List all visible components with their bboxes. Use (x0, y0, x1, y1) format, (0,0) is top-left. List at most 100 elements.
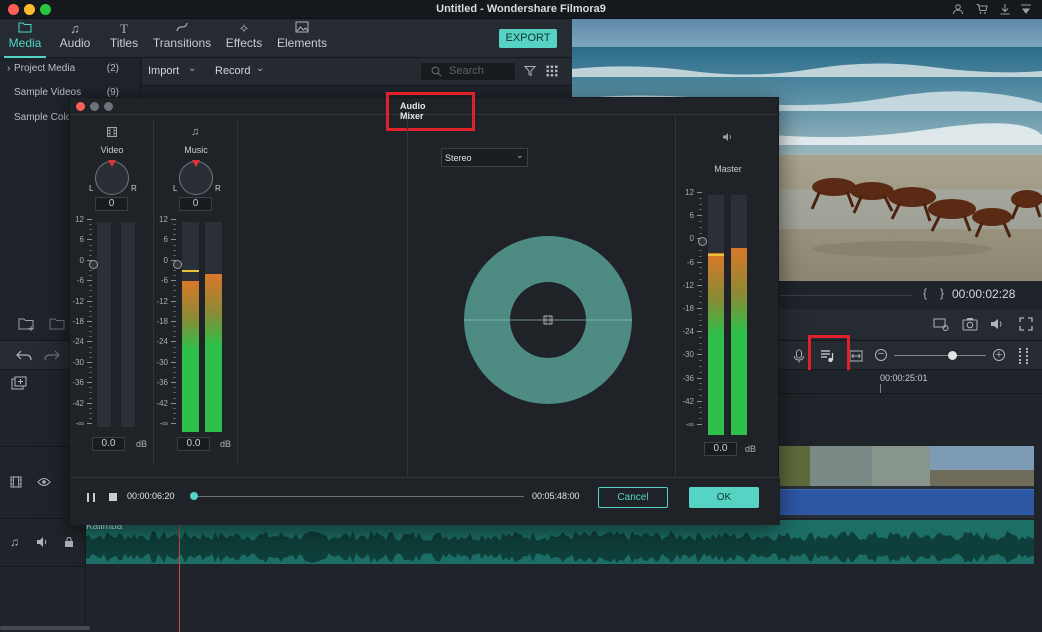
playback-progress-track[interactable] (194, 496, 524, 497)
db-scale-tick (87, 361, 92, 363)
volume-fader-handle[interactable] (89, 260, 98, 269)
sidebar-item-project-media[interactable]: › Project Media (2) (0, 58, 141, 80)
lock-icon[interactable] (64, 536, 74, 551)
camera-icon[interactable] (962, 317, 978, 334)
grid-view-icon[interactable] (546, 65, 558, 77)
db-scale-minor-tick (173, 244, 176, 246)
download-icon[interactable] (999, 3, 1011, 15)
tab-audio[interactable]: ♫ Audio (56, 19, 94, 58)
user-icon[interactable] (952, 3, 964, 15)
cart-icon[interactable] (976, 3, 988, 15)
preview-progress-bar[interactable] (780, 295, 912, 296)
db-unit-label: dB (136, 439, 148, 449)
video-clip-audio-bar[interactable] (778, 489, 1034, 515)
dropdown-icon[interactable] (1020, 3, 1032, 15)
sidebar-item-label: Project Media (14, 63, 76, 74)
chevron-down-icon[interactable]: ⌄ (188, 63, 196, 74)
delete-folder-icon[interactable] (49, 316, 67, 332)
stop-icon[interactable] (109, 493, 117, 501)
undo-icon[interactable] (16, 349, 32, 364)
thumbnail (872, 446, 930, 486)
volume-icon[interactable] (990, 317, 1006, 334)
db-scale-tick (87, 300, 92, 302)
volume-db-field[interactable]: 0.0 (92, 437, 125, 451)
search-input[interactable]: Search (421, 63, 515, 80)
tab-transitions[interactable]: Transitions (150, 19, 214, 58)
fullscreen-icon[interactable] (1019, 317, 1033, 334)
tab-titles[interactable]: T Titles (106, 19, 142, 58)
master-db-field[interactable]: 0.0 (704, 442, 737, 456)
video-clip-thumbnails[interactable] (778, 446, 1034, 486)
zoom-slider[interactable] (894, 355, 986, 356)
fit-timeline-icon[interactable] (849, 350, 863, 365)
tab-media[interactable]: Media (4, 19, 46, 58)
db-scale-minor-tick (699, 313, 702, 315)
microphone-icon[interactable] (793, 349, 805, 366)
db-scale-tick (87, 239, 92, 241)
db-scale-minor-tick (89, 285, 92, 287)
eye-icon[interactable] (37, 477, 51, 490)
filter-icon[interactable] (523, 65, 537, 77)
new-folder-icon[interactable] (18, 316, 36, 332)
title-bar: Untitled - Wondershare Filmora9 (0, 0, 1042, 19)
zoom-slider-handle[interactable] (948, 351, 957, 360)
db-scale-label: -∞ (685, 420, 694, 429)
track-volume-icon[interactable] (36, 536, 50, 551)
db-scale-label: 6 (79, 235, 84, 245)
db-scale-minor-tick (699, 302, 702, 304)
db-scale-minor-tick (699, 203, 702, 205)
pan-value-field[interactable]: 0 (95, 197, 128, 211)
db-scale-minor-tick (699, 232, 702, 234)
master-fader-handle[interactable] (698, 237, 707, 246)
db-scale-tick (697, 261, 702, 263)
db-scale-label: 12 (75, 215, 84, 224)
export-button[interactable]: EXPORT (499, 29, 557, 48)
record-dropdown[interactable]: Record (215, 65, 250, 77)
ok-button[interactable]: OK (689, 487, 759, 508)
horizontal-scrollbar[interactable] (0, 626, 90, 630)
chevron-down-icon[interactable]: ⌄ (256, 63, 264, 74)
level-meter-left (97, 222, 111, 427)
pan-knob-indicator (192, 160, 200, 167)
output-mode-select[interactable]: Stereo ⌄ (441, 148, 528, 167)
db-scale-minor-tick (173, 377, 176, 379)
db-scale-minor-tick (699, 360, 702, 362)
dialog-close-button[interactable] (76, 102, 85, 111)
dialog-maximize-button[interactable] (104, 102, 113, 111)
mark-out-button[interactable]: } (940, 286, 944, 300)
cancel-button[interactable]: Cancel (598, 487, 668, 508)
surround-panner[interactable] (463, 235, 633, 405)
tab-effects[interactable]: ✧ Effects (222, 19, 266, 58)
playback-progress-handle[interactable] (190, 492, 198, 500)
db-scale-label: 6 (163, 235, 168, 245)
db-scale-minor-tick (89, 326, 92, 328)
db-scale-minor-tick (173, 392, 176, 394)
db-scale-minor-tick (89, 346, 92, 348)
db-scale-minor-tick (89, 254, 92, 256)
snapshot-settings-icon[interactable] (933, 317, 949, 334)
channel-name: Video (100, 145, 124, 155)
db-scale-tick (171, 361, 176, 363)
volume-db-field[interactable]: 0.0 (177, 437, 210, 451)
timeline-menu-icon[interactable] (1019, 348, 1028, 364)
db-scale-minor-tick (173, 254, 176, 256)
import-dropdown[interactable]: Import (148, 65, 179, 77)
pan-value-field[interactable]: 0 (179, 197, 212, 211)
playhead[interactable] (179, 520, 180, 632)
redo-icon[interactable] (44, 349, 60, 364)
mark-in-button[interactable]: { (923, 286, 927, 300)
dialog-minimize-button[interactable] (90, 102, 99, 111)
zoom-out-button[interactable]: − (875, 349, 887, 361)
audio-clip-kalimba[interactable]: Kalimba (86, 520, 1034, 564)
db-scale-label: -42 (156, 398, 168, 408)
tab-elements[interactable]: Elements (274, 19, 330, 58)
volume-fader-handle[interactable] (173, 260, 182, 269)
db-scale-minor-tick (173, 295, 176, 297)
window-title: Untitled - Wondershare Filmora9 (436, 3, 606, 15)
db-scale-tick (171, 402, 176, 404)
add-track-icon[interactable] (11, 376, 27, 393)
pause-icon[interactable] (87, 493, 95, 502)
db-scale-minor-tick (699, 279, 702, 280)
zoom-in-button[interactable]: + (993, 349, 1005, 361)
db-scale-minor-tick (699, 348, 702, 350)
